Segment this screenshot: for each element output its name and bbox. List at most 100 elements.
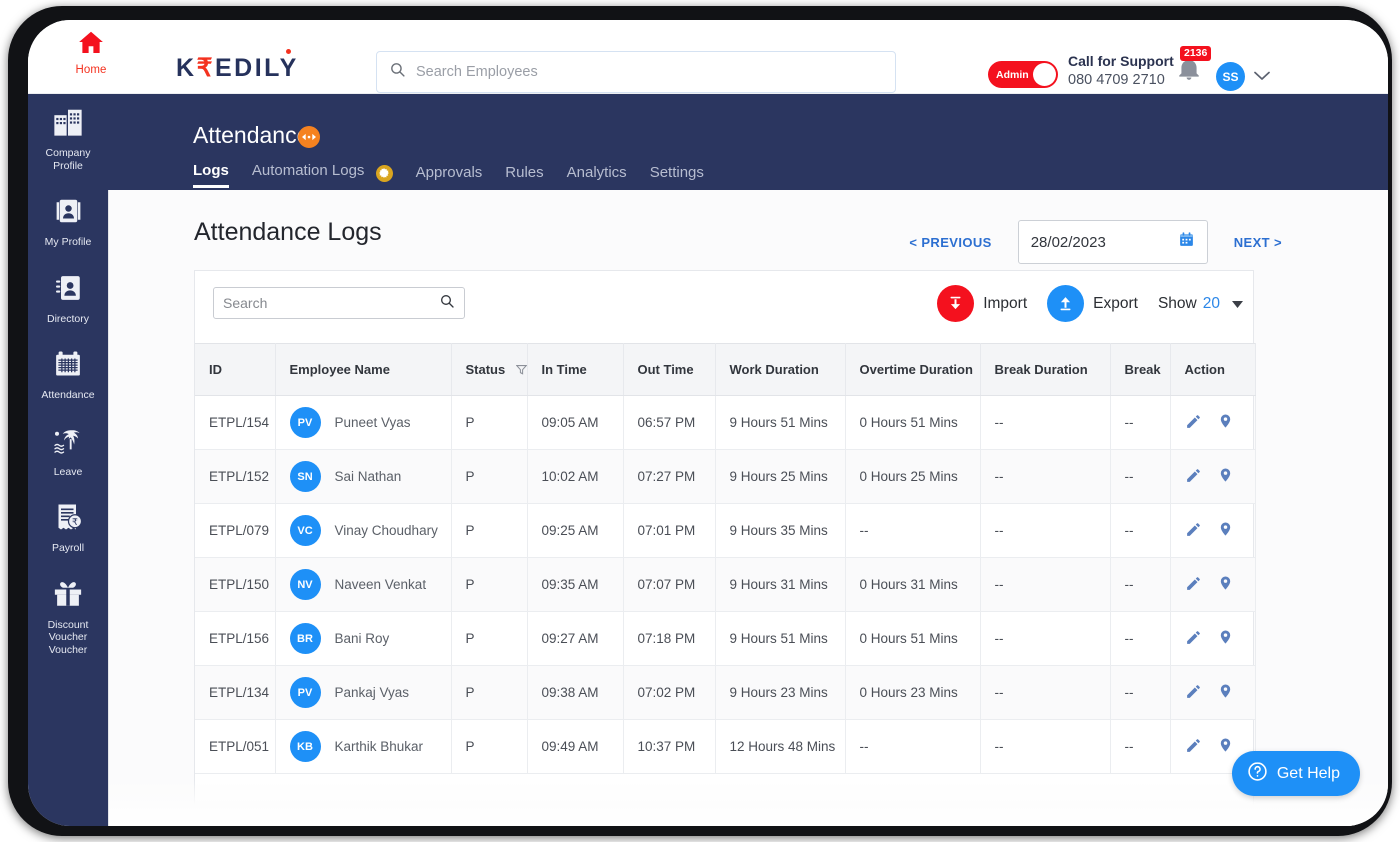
admin-mode-toggle[interactable]: Admin bbox=[988, 61, 1058, 88]
cell-break-duration: -- bbox=[980, 719, 1111, 774]
edit-pencil-icon[interactable] bbox=[1185, 521, 1202, 541]
cell-in-time: 09:25 AM bbox=[527, 503, 624, 558]
sidebar-label: Payroll bbox=[51, 542, 85, 554]
search-input[interactable] bbox=[416, 64, 883, 80]
cell-out-time: 07:07 PM bbox=[623, 557, 716, 612]
sidebar-label: My Profile bbox=[44, 236, 92, 248]
cell-overtime-duration: 0 Hours 51 Mins bbox=[845, 611, 981, 666]
table-search-input[interactable] bbox=[223, 295, 439, 311]
next-day-button[interactable]: NEXT > bbox=[1234, 235, 1282, 250]
table-row[interactable]: ETPL/079 VC Vinay Choudhary P 09:25 AM 07:01 … bbox=[195, 503, 1256, 558]
table-row[interactable]: ETPL/051 KB Karthik Bhukar P 09:49 AM 10:37 P… bbox=[195, 719, 1256, 774]
location-pin-icon[interactable] bbox=[1218, 682, 1233, 703]
user-avatar[interactable]: SS bbox=[1216, 62, 1245, 91]
col-work-duration[interactable]: Work Duration bbox=[715, 343, 846, 396]
col-break[interactable]: Break bbox=[1110, 343, 1171, 396]
tab-automation-logs[interactable]: Automation Logs bbox=[252, 162, 393, 188]
tab-label: Settings bbox=[649, 163, 704, 181]
tab-settings[interactable]: Settings bbox=[650, 164, 704, 187]
edit-pencil-icon[interactable] bbox=[1185, 575, 1202, 595]
global-search[interactable] bbox=[376, 51, 896, 93]
cell-overtime-duration: -- bbox=[845, 719, 981, 774]
tab-logs[interactable]: Logs bbox=[193, 162, 229, 188]
notifications-button[interactable]: 2136 bbox=[1176, 46, 1212, 87]
import-label[interactable]: Import bbox=[983, 295, 1027, 313]
location-pin-icon[interactable] bbox=[1218, 412, 1233, 433]
table-row[interactable]: ETPL/150 NV Naveen Venkat P 09:35 AM 07:07 PM… bbox=[195, 557, 1256, 612]
search-icon[interactable] bbox=[439, 293, 455, 314]
cell-action bbox=[1170, 557, 1256, 612]
tab-approvals[interactable]: Approvals bbox=[416, 164, 483, 187]
show-value[interactable]: 20 bbox=[1203, 295, 1220, 313]
employee-name: Naveen Venkat bbox=[334, 577, 427, 592]
sidebar-item-directory[interactable]: Directory bbox=[28, 260, 108, 337]
cell-action bbox=[1170, 611, 1256, 666]
cell-action bbox=[1170, 665, 1256, 720]
col-break-duration[interactable]: Break Duration bbox=[980, 343, 1111, 396]
sidebar-item-leave[interactable]: Leave bbox=[28, 413, 108, 490]
col-out-time[interactable]: Out Time bbox=[623, 343, 716, 396]
edit-pencil-icon[interactable] bbox=[1185, 683, 1202, 703]
get-help-button[interactable]: Get Help bbox=[1231, 751, 1360, 796]
cell-break: -- bbox=[1110, 557, 1171, 612]
cell-work-duration: 9 Hours 23 Mins bbox=[715, 665, 846, 720]
table-row[interactable]: ETPL/134 PV Pankaj Vyas P 09:38 AM 07:02 PM 9 … bbox=[195, 665, 1256, 720]
cell-id: ETPL/154 bbox=[195, 395, 276, 450]
cell-action bbox=[1170, 503, 1256, 558]
col-status[interactable]: Status bbox=[451, 343, 528, 396]
cell-in-time: 09:49 AM bbox=[527, 719, 624, 774]
cell-status: P bbox=[451, 719, 528, 774]
sidebar-item-attendance[interactable]: Attendance bbox=[28, 336, 108, 413]
tab-label: Logs bbox=[193, 162, 229, 179]
col-overtime-duration[interactable]: Overtime Duration bbox=[845, 343, 981, 396]
edit-pencil-icon[interactable] bbox=[1185, 737, 1202, 757]
edit-pencil-icon[interactable] bbox=[1185, 413, 1202, 433]
toggle-knob bbox=[1033, 63, 1056, 86]
table-search[interactable] bbox=[213, 287, 465, 319]
page-current[interactable]: 1 bbox=[804, 812, 836, 826]
home-label: Home bbox=[75, 64, 107, 76]
home-button[interactable]: Home bbox=[52, 28, 130, 76]
location-pin-icon[interactable] bbox=[1218, 736, 1233, 757]
brand-last: Y bbox=[279, 54, 299, 82]
screen: Home K₹EDILY Admin Call for Support 080 … bbox=[28, 20, 1388, 826]
table-row[interactable]: ETPL/156 BR Bani Roy P 09:27 AM 07:18 PM 9 Hou… bbox=[195, 611, 1256, 666]
cell-out-time: 07:27 PM bbox=[623, 449, 716, 504]
location-pin-icon[interactable] bbox=[1218, 628, 1233, 649]
table-row[interactable]: ETPL/152 SN Sai Nathan P 10:02 AM 07:27 PM 9 H… bbox=[195, 449, 1256, 504]
sidebar-item-company-profile[interactable]: Company Profile bbox=[28, 94, 108, 183]
export-label[interactable]: Export bbox=[1093, 295, 1138, 313]
cell-out-time: 07:18 PM bbox=[623, 611, 716, 666]
sidebar-label-2: Voucher bbox=[48, 643, 88, 656]
chevron-down-icon[interactable] bbox=[1232, 295, 1243, 313]
col-in-time[interactable]: In Time bbox=[527, 343, 624, 396]
tab-analytics[interactable]: Analytics bbox=[567, 164, 627, 187]
attendance-table: ID Employee Name Status In Time Out Time bbox=[195, 343, 1256, 774]
sidebar-label: Company Profile bbox=[45, 147, 91, 172]
col-employee-name[interactable]: Employee Name bbox=[275, 343, 452, 396]
avatar: PV bbox=[289, 407, 321, 438]
tab-rules[interactable]: Rules bbox=[505, 164, 543, 187]
previous-day-button[interactable]: < PREVIOUS bbox=[909, 235, 991, 250]
table-row[interactable]: ETPL/154 PV Puneet Vyas P 09:05 AM 06:57 PM 9 … bbox=[195, 395, 1256, 450]
cell-status: P bbox=[451, 395, 528, 450]
location-pin-icon[interactable] bbox=[1218, 574, 1233, 595]
calendar-icon[interactable] bbox=[1178, 231, 1195, 253]
col-id[interactable]: ID bbox=[195, 343, 276, 396]
brand-pre: K bbox=[176, 54, 197, 82]
edit-pencil-icon[interactable] bbox=[1185, 467, 1202, 487]
location-pin-icon[interactable] bbox=[1218, 520, 1233, 541]
employee-name: Pankaj Vyas bbox=[334, 685, 410, 700]
cell-work-duration: 9 Hours 51 Mins bbox=[715, 611, 846, 666]
sidebar-item-my-profile[interactable]: My Profile bbox=[28, 183, 108, 260]
filter-icon[interactable] bbox=[515, 363, 526, 378]
expand-arrows-icon[interactable] bbox=[298, 126, 320, 148]
user-menu-chevron-down-icon[interactable] bbox=[1254, 68, 1270, 86]
sidebar-item-discount-voucher[interactable]: Discount Voucher Voucher bbox=[28, 566, 108, 668]
import-button[interactable] bbox=[937, 285, 975, 322]
export-button[interactable] bbox=[1047, 285, 1085, 322]
location-pin-icon[interactable] bbox=[1218, 466, 1233, 487]
sidebar-item-payroll[interactable]: ₹ Payroll bbox=[28, 489, 108, 566]
date-picker[interactable]: 28/02/2023 bbox=[1017, 220, 1208, 264]
edit-pencil-icon[interactable] bbox=[1185, 629, 1202, 649]
